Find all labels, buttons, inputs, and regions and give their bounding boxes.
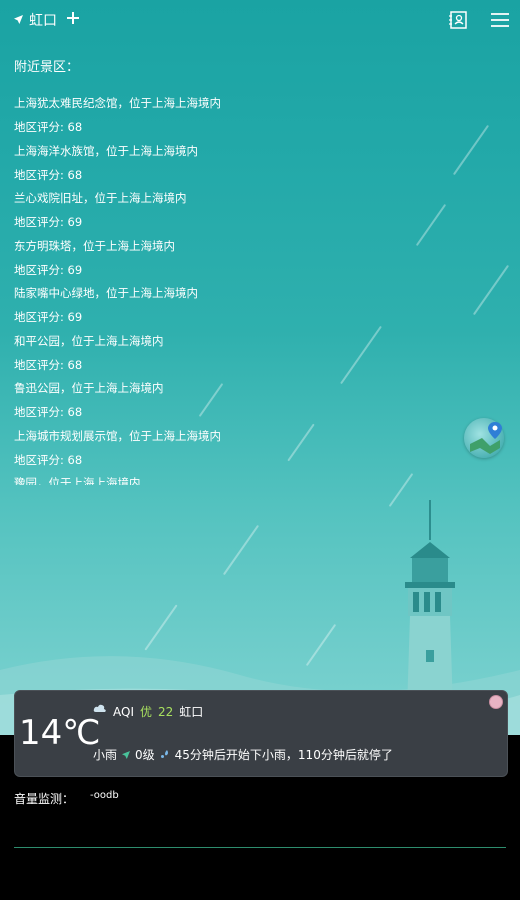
aqi-label: AQI xyxy=(113,704,134,719)
attraction-name: 鲁迅公园，位于上海上海境内 xyxy=(14,381,164,395)
attraction-score: 地区评分: 68 xyxy=(14,357,83,372)
attraction-name: 豫园，位于上海上海境内 xyxy=(14,476,141,485)
current-temperature: 14℃ xyxy=(19,713,101,753)
list-item[interactable]: 东方明珠塔，位于上海上海境内 地区评分: 69 xyxy=(14,236,314,284)
list-item[interactable]: 兰心戏院旧址，位于上海上海境内 地区评分: 69 xyxy=(14,188,314,236)
volume-monitor-label: 音量监测： xyxy=(14,792,75,806)
raindrop-icon xyxy=(160,748,170,762)
hamburger-menu-icon[interactable] xyxy=(488,8,512,32)
attraction-score: 地区评分: 68 xyxy=(14,405,83,419)
aqi-value: 22 xyxy=(158,704,174,719)
list-item[interactable]: 鲁迅公园，位于上海上海境内 地区评分: 68 xyxy=(14,378,314,426)
attraction-name: 上海犹太难民纪念馆，位于上海上海境内 xyxy=(14,96,221,110)
attraction-score: 地区评分: 68 xyxy=(14,452,83,467)
close-icon[interactable] xyxy=(489,695,503,709)
rain-forecast: 45分钟后开始下小雨，110分钟后就停了 xyxy=(174,748,393,762)
location-selector[interactable]: 虹口 xyxy=(14,10,79,30)
weather-summary-card[interactable]: 14℃ AQI 优 22 虹口 小雨 0级 45分钟后开始下小雨，110分钟后就… xyxy=(14,690,508,777)
contact-book-icon[interactable] xyxy=(446,8,470,32)
weather-details-row: 小雨 0级 45分钟后开始下小雨，110分钟后就停了 xyxy=(93,746,393,763)
attraction-name: 和平公园，位于上海上海境内 xyxy=(14,333,164,348)
attraction-score: 地区评分: 68 xyxy=(14,167,83,182)
navigation-arrow-icon xyxy=(14,12,23,28)
list-item[interactable]: 上海海洋水族馆，位于上海上海境内 地区评分: 68 xyxy=(14,141,314,189)
attraction-name: 上海海洋水族馆，位于上海上海境内 xyxy=(14,143,198,158)
attraction-name: 陆家嘴中心绿地，位于上海上海境内 xyxy=(14,286,198,300)
nearby-attractions-title: 附近景区： xyxy=(14,60,80,75)
volume-monitor-value: -oodb xyxy=(90,790,119,801)
wind-level: 0级 xyxy=(135,748,155,762)
attraction-score: 地区评分: 69 xyxy=(14,310,83,324)
wind-icon xyxy=(122,748,131,762)
attraction-score: 地区评分: 68 xyxy=(14,120,83,134)
list-item[interactable]: 和平公园，位于上海上海境内 地区评分: 68 xyxy=(14,331,314,379)
location-name: 虹口 xyxy=(29,13,57,29)
weather-condition: 小雨 xyxy=(93,748,118,762)
attraction-name: 上海城市规划展示馆，位于上海上海境内 xyxy=(14,428,221,443)
attraction-name: 东方明珠塔，位于上海上海境内 xyxy=(14,238,175,253)
weather-district: 虹口 xyxy=(179,705,204,719)
map-pin-icon xyxy=(470,422,502,454)
attraction-score: 地区评分: 69 xyxy=(14,215,83,229)
list-item[interactable]: 豫园，位于上海上海境内 xyxy=(14,473,314,485)
list-item[interactable]: 上海城市规划展示馆，位于上海上海境内 地区评分: 68 xyxy=(14,426,314,474)
top-bar: 虹口 xyxy=(0,0,520,40)
aqi-row: AQI 优 22 虹口 xyxy=(93,703,203,720)
plus-icon[interactable] xyxy=(67,12,79,28)
list-item[interactable]: 陆家嘴中心绿地，位于上海上海境内 地区评分: 69 xyxy=(14,283,314,331)
volume-divider xyxy=(14,847,506,848)
attraction-name: 兰心戏院旧址，位于上海上海境内 xyxy=(14,191,187,205)
cloud-rain-icon xyxy=(93,704,107,719)
map-pin-button[interactable] xyxy=(464,418,504,458)
aqi-level: 优 xyxy=(139,705,152,719)
nearby-attractions-list[interactable]: 上海犹太难民纪念馆，位于上海上海境内 地区评分: 68 上海海洋水族馆，位于上海上… xyxy=(14,93,314,485)
attraction-score: 地区评分: 69 xyxy=(14,262,83,277)
list-item[interactable]: 上海犹太难民纪念馆，位于上海上海境内 地区评分: 68 xyxy=(14,93,314,141)
